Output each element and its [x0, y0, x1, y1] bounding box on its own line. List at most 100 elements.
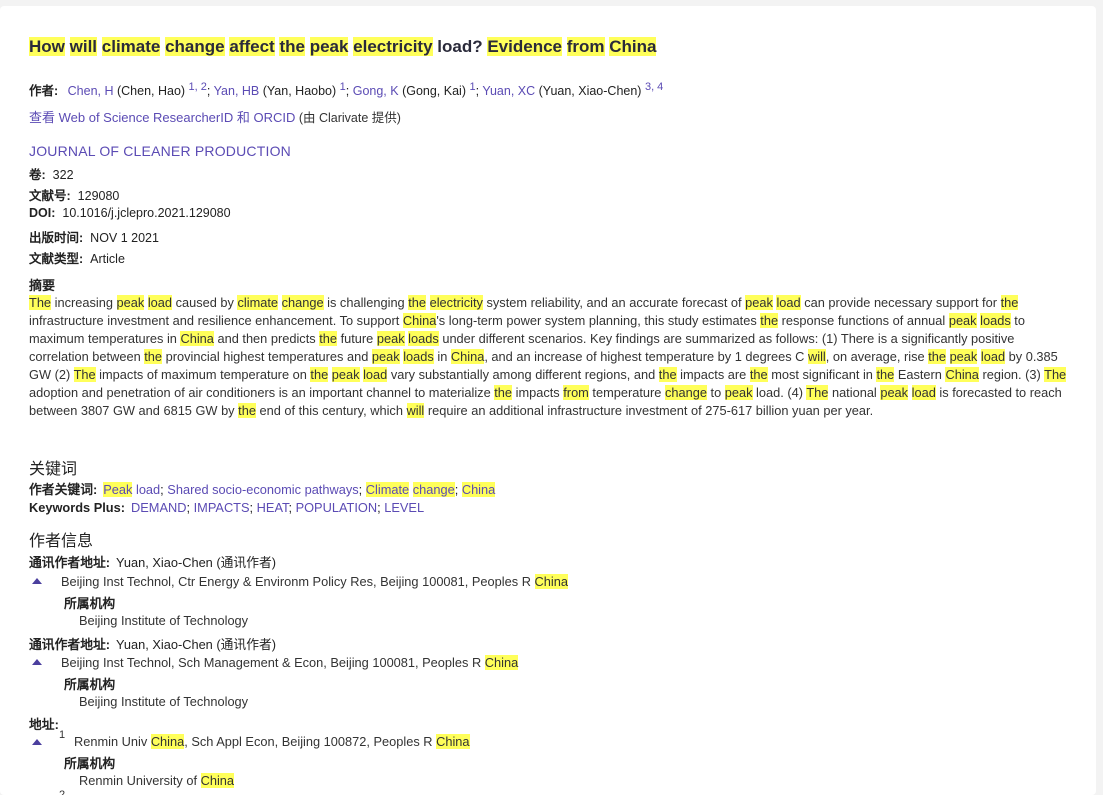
- abstract-text-segment: adoption and penetration of air conditio…: [29, 385, 495, 400]
- meta-article-number: 文献号: 129080: [29, 185, 119, 204]
- keyword-plus-link[interactable]: LEVEL: [384, 500, 424, 515]
- meta-published: 出版时间: NOV 1 2021: [29, 227, 159, 246]
- author-separator: ;: [345, 84, 353, 98]
- collapse-triangle-icon[interactable]: [32, 659, 42, 665]
- abstract-highlighted-term: the: [1000, 295, 1019, 310]
- author-keywords-list: Peak load; Shared socio-economic pathway…: [103, 482, 496, 497]
- title-highlighted-word: affect: [229, 37, 275, 56]
- abstract-highlighted-term: loads: [408, 331, 439, 346]
- researcher-id-prefix[interactable]: 查看: [29, 110, 59, 125]
- affiliation-text: Renmin University of: [79, 773, 201, 788]
- abstract-highlighted-term: the: [238, 403, 256, 418]
- abstract-text-segment: and then predicts: [213, 331, 320, 346]
- abstract-text-segment: Eastern: [894, 367, 946, 382]
- author-keywords-row: 作者关键词: Peak load; Shared socio-economic p…: [29, 479, 496, 498]
- abstract-highlighted-term: China: [180, 331, 214, 346]
- meta-label: 文献号:: [29, 189, 71, 203]
- abstract-highlighted-term: the: [658, 367, 677, 382]
- title-text: load?: [432, 37, 488, 56]
- reprint-address-label: 通讯作者地址:: [29, 637, 111, 652]
- keyword-plus-link[interactable]: DEMAND: [131, 500, 186, 515]
- address-part: Renmin Univ: [74, 734, 151, 749]
- affiliation-label: 所属机构: [64, 677, 116, 692]
- title-text: [65, 37, 70, 56]
- abstract-highlighted-term: electricity: [429, 295, 483, 310]
- affiliation-label: 所属机构: [64, 756, 116, 771]
- meta-label: 出版时间:: [29, 231, 84, 245]
- meta-value: Article: [90, 252, 125, 266]
- keyword-highlight: Climate: [365, 482, 410, 497]
- article-title: How will climate change affect the peak …: [29, 37, 657, 57]
- abstract-text-segment: , and an increase of highest temperature…: [484, 349, 808, 364]
- address-highlight: China: [436, 734, 470, 749]
- author-fullname: (Gong, Kai): [398, 84, 470, 98]
- title-highlighted-word: the: [279, 37, 305, 56]
- keyword-plus-link[interactable]: POPULATION: [296, 500, 378, 515]
- abstract-text-segment: vary substantially among different regio…: [387, 367, 659, 382]
- meta-value: 10.1016/j.jclepro.2021.129080: [62, 206, 231, 220]
- abstract-highlighted-term: China: [945, 367, 979, 382]
- author-link[interactable]: Chen, H: [68, 84, 114, 98]
- author-affiliation-ref[interactable]: 3, 4: [645, 81, 663, 93]
- reprint-address-label: 通讯作者地址:: [29, 555, 111, 570]
- abstract-highlighted-term: peak: [371, 349, 400, 364]
- keyword-plus-link[interactable]: HEAT: [257, 500, 289, 515]
- abstract-highlighted-term: will: [807, 349, 826, 364]
- abstract-highlighted-term: will: [406, 403, 425, 418]
- abstract-highlighted-term: climate: [237, 295, 279, 310]
- author-link[interactable]: Yan, HB: [214, 84, 260, 98]
- author-fullname: (Chen, Hao): [113, 84, 189, 98]
- abstract-text-segment: increasing: [51, 295, 117, 310]
- author-keyword-link[interactable]: Peak load: [103, 482, 160, 497]
- author-affiliation-ref[interactable]: 1, 2: [189, 81, 207, 93]
- abstract-text-segment: provincial highest temperatures and: [162, 349, 372, 364]
- keywords-section-title: 关键词: [29, 461, 78, 478]
- abstract-highlighted-term: load: [980, 349, 1006, 364]
- affiliation-label: 所属机构: [64, 596, 116, 611]
- abstract-highlighted-term: from: [563, 385, 589, 400]
- addresses-label: 地址:: [29, 717, 59, 732]
- meta-label: 文献类型:: [29, 252, 84, 266]
- author-link[interactable]: Yuan, XC: [482, 84, 535, 98]
- abstract-highlighted-term: peak: [880, 385, 909, 400]
- abstract-highlighted-term: loads: [403, 349, 434, 364]
- abstract-highlighted-term: The: [29, 295, 52, 310]
- keyword-highlight: change: [412, 482, 455, 497]
- abstract-highlighted-term: the: [928, 349, 946, 364]
- abstract-highlighted-term: load: [363, 367, 388, 382]
- abstract-text-segment: , on average, rise: [825, 349, 929, 364]
- journal-link[interactable]: JOURNAL OF CLEANER PRODUCTION: [29, 143, 291, 159]
- abstract-text-segment: region. (3): [978, 367, 1045, 382]
- title-highlighted-word: change: [165, 37, 225, 56]
- abstract-text-segment: require an additional infrastructure inv…: [424, 403, 874, 418]
- researcher-id-link[interactable]: Web of Science ResearcherID 和 ORCID: [59, 110, 296, 125]
- abstract-label: 摘要: [29, 278, 56, 293]
- collapse-triangle-icon[interactable]: [32, 578, 42, 584]
- abstract-text-segment: end of this century, which: [255, 403, 407, 418]
- meta-label: 卷:: [29, 168, 46, 182]
- author-keyword-link[interactable]: Shared socio-economic pathways: [167, 482, 358, 497]
- abstract-highlighted-term: the: [760, 313, 779, 328]
- abstract-text-segment: 's long-term power system planning, this…: [436, 313, 761, 328]
- abstract-text-segment: infrastructure investment and resilience…: [29, 313, 403, 328]
- reprint-address-text: Beijing Inst Technol, Sch Management & E…: [61, 655, 519, 670]
- author-link[interactable]: Gong, K: [353, 84, 399, 98]
- abstract-text: The increasing peak load caused by clima…: [29, 294, 1077, 420]
- collapse-triangle-icon[interactable]: [32, 739, 42, 745]
- keyword-text: Shared socio-economic pathways: [167, 482, 359, 497]
- record-card: How will climate change affect the peak …: [0, 6, 1096, 795]
- abstract-text-segment: impacts of maximum temperature on: [95, 367, 311, 382]
- affiliation-highlight: China: [200, 773, 235, 788]
- address-number: 2: [59, 789, 66, 795]
- abstract-highlighted-term: The: [806, 385, 829, 400]
- author-keyword-link[interactable]: Climate change: [365, 482, 455, 497]
- authors-label: 作者:: [29, 84, 59, 98]
- abstract-highlighted-term: change: [281, 295, 324, 310]
- abstract-highlighted-term: The: [1044, 367, 1067, 382]
- abstract-text-segment: caused by: [172, 295, 238, 310]
- author-keyword-link[interactable]: China: [461, 482, 496, 497]
- keyword-plus-link[interactable]: IMPACTS: [194, 500, 250, 515]
- title-highlighted-word: How: [29, 37, 65, 56]
- abstract-highlighted-term: change: [664, 385, 707, 400]
- abstract-text-segment: impacts: [512, 385, 564, 400]
